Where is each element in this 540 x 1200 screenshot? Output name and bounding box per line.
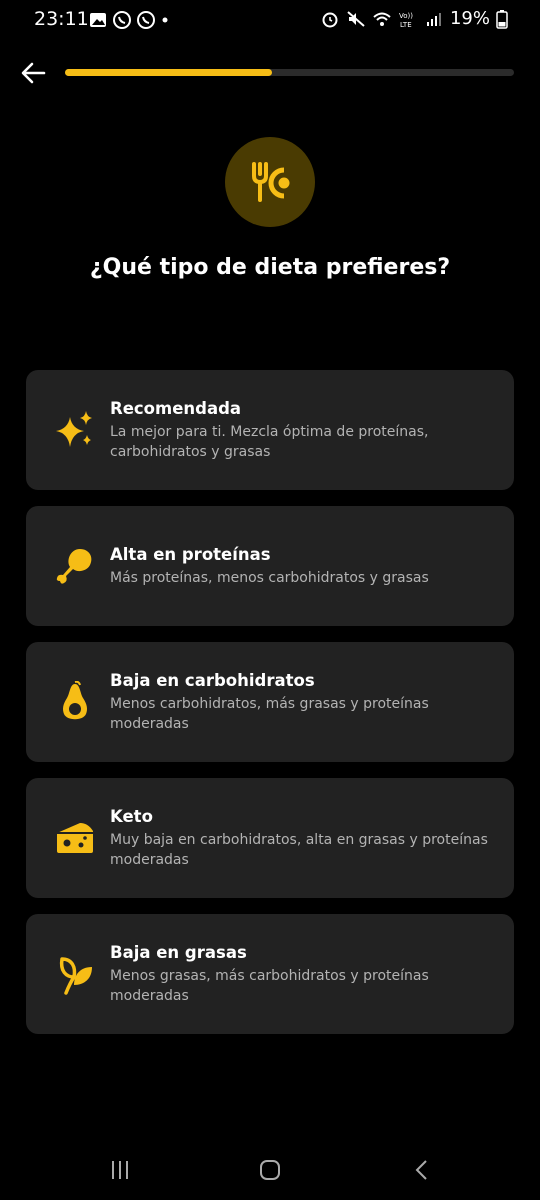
option-icon-wrap [54, 545, 96, 587]
chicken-leg-icon [56, 549, 92, 584]
option-baja-en-grasas[interactable]: Baja en grasas Menos grasas, más carbohi… [26, 914, 514, 1034]
option-keto[interactable]: Keto Muy baja en carbohidratos, alta en … [26, 778, 514, 898]
status-right: Vo)) LTE 19% [320, 8, 508, 29]
status-bar: 23:11 Vo)) LTE 19% [0, 0, 540, 40]
option-description: Muy baja en carbohidratos, alta en grasa… [110, 831, 488, 868]
recent-apps-button[interactable] [100, 1150, 140, 1190]
progress-fill [65, 69, 272, 76]
option-icon-wrap [54, 953, 96, 995]
chevron-left-icon [415, 1160, 427, 1180]
volte-icon: Vo))LTE [399, 12, 413, 29]
progress-bar [65, 69, 514, 76]
option-alta-en-proteinas[interactable]: Alta en proteínas Más proteínas, menos c… [26, 506, 514, 626]
notification-icons [88, 10, 170, 30]
option-description: La mejor para ti. Mezcla óptima de prote… [110, 423, 429, 460]
signal-icon [426, 12, 441, 26]
battery-percent: 19% [449, 8, 490, 29]
svg-text:LTE: LTE [400, 21, 412, 29]
back-button[interactable] [16, 56, 50, 90]
option-title: Alta en proteínas [110, 544, 271, 564]
cheese-icon [57, 823, 93, 853]
dot-icon [162, 17, 168, 23]
option-title: Recomendada [110, 398, 242, 418]
status-time: 23:11 [34, 8, 89, 30]
arrow-left-icon [21, 62, 46, 84]
option-title: Keto [110, 806, 153, 826]
wifi-icon [373, 12, 391, 26]
option-title: Baja en carbohidratos [110, 670, 315, 690]
page-title: ¿Qué tipo de dieta prefieres? [89, 255, 451, 280]
whatsapp-icon [113, 11, 131, 29]
svg-text:Vo)): Vo)) [399, 12, 413, 20]
whatsapp-icon [137, 11, 155, 29]
sparkles-icon [56, 411, 92, 447]
home-button[interactable] [250, 1150, 290, 1190]
option-icon-wrap [54, 409, 96, 451]
option-icon-wrap [54, 681, 96, 723]
system-back-button[interactable] [402, 1150, 442, 1190]
option-icon-wrap [54, 817, 96, 859]
option-description: Menos carbohidratos, más grasas y proteí… [110, 695, 429, 732]
option-description: Más proteínas, menos carbohidratos y gra… [110, 569, 429, 586]
diet-header-icon [225, 137, 315, 227]
option-baja-en-carbohidratos[interactable]: Baja en carbohidratos Menos carbohidrato… [26, 642, 514, 762]
fork-plate-icon [252, 162, 290, 202]
leaf-icon [59, 957, 92, 995]
alarm-icon [322, 12, 338, 27]
recent-apps-icon [112, 1161, 128, 1179]
option-title: Baja en grasas [110, 942, 247, 962]
mute-icon [347, 10, 365, 27]
option-description: Menos grasas, más carbohidratos y proteí… [110, 967, 429, 1004]
avocado-icon [63, 681, 87, 720]
system-navigation-bar [0, 1140, 540, 1200]
gallery-icon [90, 13, 106, 27]
option-recomendada[interactable]: Recomendada La mejor para ti. Mezcla ópt… [26, 370, 514, 490]
home-icon [260, 1160, 280, 1180]
battery-icon [496, 9, 508, 29]
